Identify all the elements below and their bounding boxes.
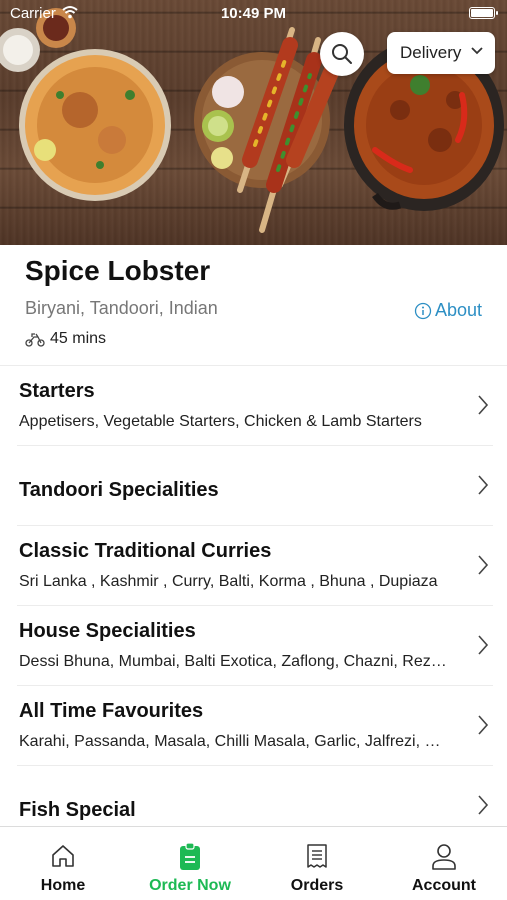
- menu-category-all-time-favourites[interactable]: All Time Favourites Karahi, Passanda, Ma…: [17, 686, 493, 766]
- tab-account[interactable]: Account: [381, 827, 507, 900]
- delivery-mode-dropdown[interactable]: Delivery: [387, 32, 495, 74]
- category-subtitle: Sri Lanka , Kashmir , Curry, Balti, Korm…: [19, 573, 438, 590]
- delivery-time: 45 mins: [25, 330, 106, 348]
- category-title: Tandoori Specialities: [19, 479, 219, 501]
- menu-category-starters[interactable]: Starters Appetisers, Vegetable Starters,…: [17, 366, 493, 446]
- battery-icon: [469, 7, 498, 19]
- chevron-down-icon: [471, 47, 483, 55]
- person-icon: [432, 844, 456, 870]
- about-label: About: [434, 300, 482, 320]
- receipt-icon: [307, 844, 327, 868]
- restaurant-info: Spice Lobster Biryani, Tandoori, Indian …: [0, 245, 507, 365]
- home-icon: [52, 845, 74, 867]
- menu-category-classic-curries[interactable]: Classic Traditional Curries Sri Lanka , …: [17, 526, 493, 606]
- info-icon: [414, 302, 432, 319]
- tab-label: Order Now: [149, 877, 231, 894]
- category-subtitle: Dessi Bhuna, Mumbai, Balti Exotica, Zafl…: [19, 653, 449, 670]
- bottom-tab-bar: Home Order Now Orders Account: [0, 826, 507, 900]
- category-subtitle: Karahi, Passanda, Masala, Chilli Masala,…: [19, 733, 449, 750]
- menu-category-list: Starters Appetisers, Vegetable Starters,…: [0, 365, 507, 846]
- tab-label: Account: [412, 877, 476, 894]
- chevron-right-icon: [478, 795, 489, 815]
- chevron-right-icon: [478, 635, 489, 655]
- tab-orders[interactable]: Orders: [254, 827, 380, 900]
- tab-order-now[interactable]: Order Now: [127, 827, 253, 900]
- chevron-right-icon: [478, 475, 489, 495]
- status-bar: Carrier 10:49 PM: [0, 0, 507, 28]
- tab-label: Home: [40, 877, 86, 894]
- category-title: Starters: [19, 380, 95, 402]
- category-title: Classic Traditional Curries: [19, 540, 272, 562]
- scooter-icon: [25, 333, 45, 347]
- search-icon: [332, 44, 352, 64]
- order-icon: [180, 843, 200, 870]
- category-title: House Specialities: [19, 620, 196, 642]
- chevron-right-icon: [478, 555, 489, 575]
- restaurant-name: Spice Lobster: [25, 255, 211, 286]
- clock: 10:49 PM: [220, 5, 287, 22]
- chevron-right-icon: [478, 715, 489, 735]
- tab-home[interactable]: Home: [0, 827, 126, 900]
- menu-category-tandoori[interactable]: Tandoori Specialities: [17, 446, 493, 526]
- search-button[interactable]: [320, 32, 364, 76]
- menu-category-house-specialities[interactable]: House Specialities Dessi Bhuna, Mumbai, …: [17, 606, 493, 686]
- about-link[interactable]: About: [414, 300, 482, 321]
- delivery-mode-label: Delivery: [400, 43, 462, 62]
- category-title: All Time Favourites: [19, 700, 204, 722]
- restaurant-cuisines: Biryani, Tandoori, Indian: [25, 298, 218, 318]
- category-subtitle: Appetisers, Vegetable Starters, Chicken …: [19, 413, 422, 430]
- chevron-right-icon: [478, 395, 489, 415]
- delivery-time-label: 45 mins: [50, 330, 107, 347]
- category-title: Fish Special: [19, 799, 136, 821]
- tab-label: Orders: [290, 877, 344, 894]
